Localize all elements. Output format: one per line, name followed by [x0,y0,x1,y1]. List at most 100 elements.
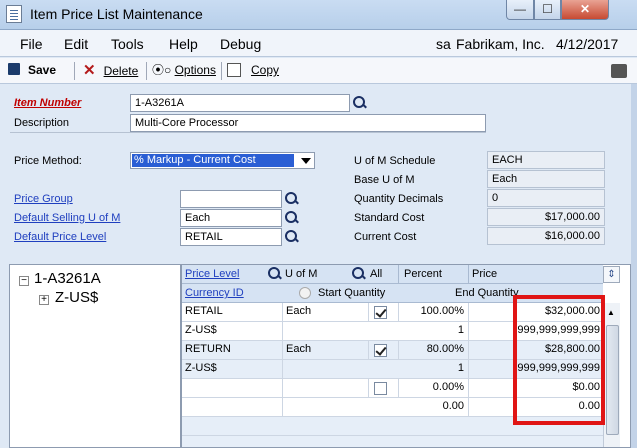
grid-header-price: Price [472,268,498,280]
description-field[interactable]: Multi-Core Processor [130,114,486,132]
window-edge [631,84,637,448]
row-uofm: Each [286,343,312,355]
row-uofm: Each [286,305,312,317]
default-selling-uofm-link[interactable]: Default Selling U of M [14,212,120,224]
uofm-lookup-icon[interactable] [282,209,300,227]
options-icon: ⦿○ [152,63,172,77]
maximize-button[interactable]: ☐ [534,0,561,20]
title-bar: Item Price List Maintenance — ☐ ✕ [0,0,637,30]
row-price-level: RETAIL [185,305,223,317]
print-icon[interactable] [611,64,627,78]
all-checkbox[interactable] [374,306,387,319]
cell-divider [368,341,369,360]
delete-icon: ✕ [83,62,96,79]
user-name: sa [436,36,451,52]
row-start-quantity[interactable]: 1 [458,362,464,374]
price-group-field[interactable] [180,190,282,208]
cell-divider [282,379,283,398]
row-start-quantity[interactable]: 0.00 [443,400,464,412]
default-price-level-field[interactable]: RETAIL [180,228,282,246]
tree-node-currency[interactable]: Z-US$ [55,289,98,306]
uofm-lookup-icon[interactable] [349,265,367,283]
expand-rows-button[interactable]: ⇕ [603,266,620,283]
table-row[interactable] [182,436,603,447]
base-uofm-label: Base U of M [354,174,415,186]
tree-node-item[interactable]: 1-A3261A [34,270,101,287]
collapse-toggle[interactable]: − [19,276,29,286]
user-date: 4/12/2017 [556,36,619,52]
all-checkbox[interactable] [374,382,387,395]
menu-file[interactable]: File [20,36,43,52]
menu-debug[interactable]: Debug [220,36,261,52]
price-method-select[interactable]: % Markup - Current Cost [130,152,315,169]
row-price-level: RETURN [185,343,231,355]
copy-button[interactable]: Copy [227,63,279,80]
options-button[interactable]: ⦿○ Options [152,63,216,80]
row-percent[interactable]: 0.00% [433,381,464,393]
quantity-decimals-value: 0 [487,189,605,207]
price-level-lookup-icon[interactable] [282,228,300,246]
currency-lookup-icon[interactable] [299,287,311,299]
row-currency-id: Z-US$ [185,362,217,374]
chevron-down-icon [301,158,311,164]
current-cost-value: $16,000.00 [487,227,605,245]
expand-toggle[interactable]: + [39,295,49,305]
cell-divider [468,360,469,379]
default-price-level-link[interactable]: Default Price Level [14,231,106,243]
description-label: Description [14,117,70,129]
item-number-field[interactable]: 1-A3261A [130,94,350,112]
row-percent[interactable]: 100.00% [421,305,464,317]
item-lookup-icon[interactable] [350,94,368,112]
cell-divider [398,341,399,360]
menu-help[interactable]: Help [169,36,198,52]
menu-edit[interactable]: Edit [64,36,88,52]
save-button[interactable]: Save [8,63,56,80]
price-level-lookup-icon[interactable] [265,265,283,283]
menu-tools[interactable]: Tools [111,36,144,52]
price-group-link[interactable]: Price Group [14,193,73,205]
price-group-lookup-icon[interactable] [282,190,300,208]
grid-header-row-1: Price Level U of M All Percent Price [182,265,603,284]
row-currency-id: Z-US$ [185,324,217,336]
cell-divider [282,341,283,360]
grid-header-all: All [370,268,383,280]
item-number-label[interactable]: Item Number [14,97,81,109]
row-percent[interactable]: 80.00% [427,343,464,355]
scroll-up-icon[interactable]: ▲ [607,308,615,317]
toolbar-divider [221,62,222,80]
default-selling-uofm-field[interactable]: Each [180,209,282,227]
cell-divider [282,322,283,341]
cell-divider [468,322,469,341]
company-name: Fabrikam, Inc. [456,36,545,52]
cell-divider [468,398,469,417]
close-button[interactable]: ✕ [561,0,609,20]
minimize-button[interactable]: — [506,0,534,20]
cell-divider [282,398,283,417]
price-method-value: % Markup - Current Cost [132,154,294,167]
base-uofm-value: Each [487,170,605,188]
cell-divider [398,303,399,322]
grid-header-price-level[interactable]: Price Level [185,268,239,280]
column-divider [468,265,469,284]
grid-scrollbar[interactable]: ▲ [603,303,620,447]
uofm-schedule-value: EACH [487,151,605,169]
scrollbar-thumb[interactable] [606,325,619,435]
menu-bar: File Edit Tools Help Debug sa Fabrikam, … [0,30,637,57]
uofm-schedule-label: U of M Schedule [354,155,436,167]
cell-divider [368,303,369,322]
grid-header-end-quantity: End Quantity [455,287,519,299]
delete-button[interactable]: ✕ Delete [83,63,138,80]
cell-divider [282,360,283,379]
toolbar-divider [146,62,147,80]
column-divider [398,265,399,284]
grid-header-percent: Percent [404,268,442,280]
all-checkbox[interactable] [374,344,387,357]
toolbar: Save ✕ Delete ⦿○ Options Copy [0,58,637,84]
cell-divider [368,379,369,398]
grid-header-currency-id[interactable]: Currency ID [185,287,244,299]
row-start-quantity[interactable]: 1 [458,324,464,336]
copy-icon [227,63,241,77]
quantity-decimals-label: Quantity Decimals [354,193,444,205]
save-icon [8,63,20,75]
toolbar-divider [74,62,75,80]
